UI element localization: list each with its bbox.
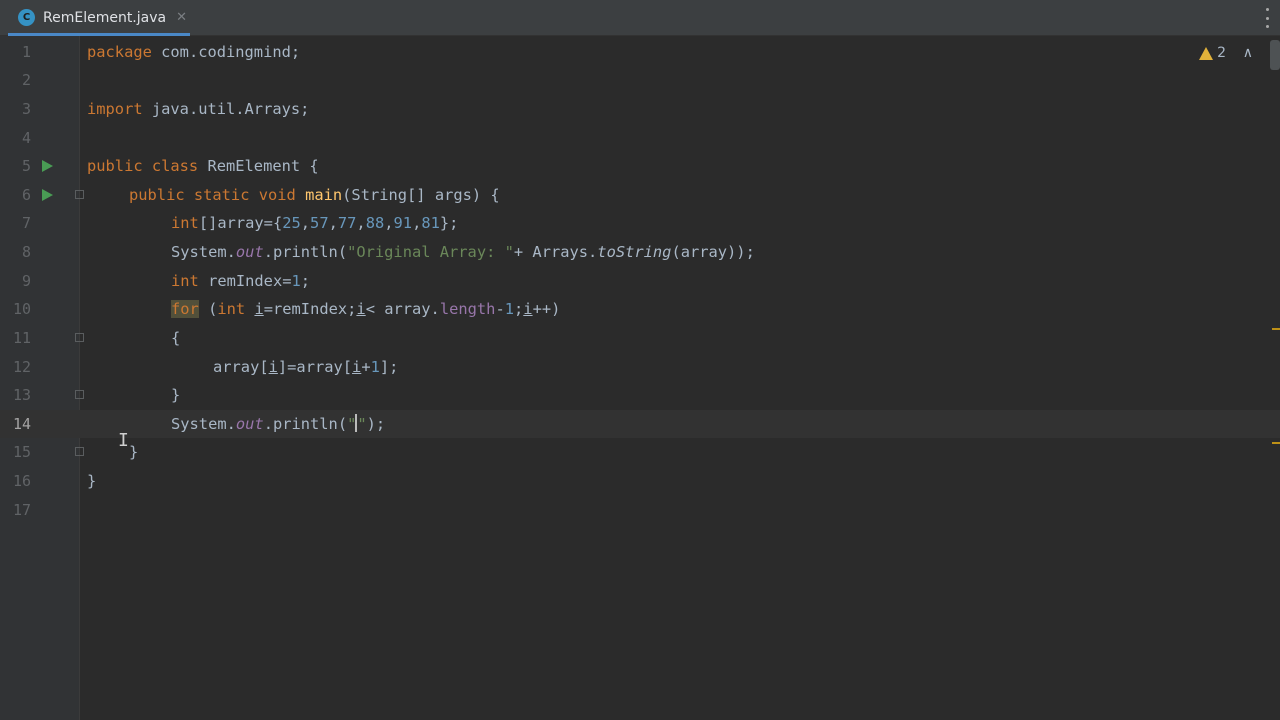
code-text[interactable]: } [87,467,96,495]
line-number: 12 [12,358,31,376]
code-text[interactable]: for (int i=remIndex;i< array.length-1;i+… [171,295,560,323]
line-number: 4 [21,129,31,147]
line-number: 17 [12,501,31,519]
code-line: 8 System.out.println("Original Array: "+… [0,238,1280,266]
tab-remelement-java[interactable]: C RemElement.java ✕ [8,2,190,36]
code-line: 9 int remIndex=1; [0,267,1280,295]
code-text[interactable]: { [171,324,180,352]
code-text[interactable]: import java.util.Arrays; [87,95,309,123]
code-text[interactable]: } [129,438,138,466]
java-class-icon: C [18,9,35,26]
warning-marker[interactable] [1272,442,1280,444]
tab-label: RemElement.java [43,9,167,26]
line-number: 3 [21,100,31,118]
code-text[interactable]: package com.codingmind; [87,38,300,66]
line-number: 1 [21,43,31,61]
mouse-cursor-icon: I [118,430,129,451]
fold-icon[interactable] [75,190,84,199]
code-line: 5 public class RemElement { [0,152,1280,180]
code-line: 13 } [0,381,1280,409]
line-number: 16 [12,472,31,490]
inspection-widget[interactable]: 2 [1199,45,1226,61]
line-number: 15 [12,443,31,461]
code-line: 7 int[]array={25,57,77,88,91,81}; [0,209,1280,237]
code-text[interactable]: public class RemElement { [87,152,319,180]
more-options-icon[interactable] [1264,8,1270,28]
code-text[interactable]: int remIndex=1; [171,267,310,295]
code-line: 15 } [0,438,1280,466]
line-number: 10 [12,300,31,318]
fold-icon[interactable] [75,390,84,399]
code-line: 12 array[i]=array[i+1]; [0,353,1280,381]
run-main-icon[interactable] [42,189,53,201]
warning-count: 2 [1217,45,1226,61]
line-number: 13 [12,386,31,404]
chevron-up-icon[interactable]: ∧ [1243,45,1253,61]
code-line: 17 [0,496,1280,524]
code-text[interactable]: int[]array={25,57,77,88,91,81}; [171,209,458,237]
code-line: 3 import java.util.Arrays; [0,95,1280,123]
line-number: 7 [21,214,31,232]
code-text[interactable]: array[i]=array[i+1]; [213,353,398,381]
line-number: 9 [21,272,31,290]
line-number: 8 [21,243,31,261]
vertical-scrollbar[interactable] [1270,40,1280,70]
run-class-icon[interactable] [42,160,53,172]
code-text[interactable]: } [171,381,180,409]
line-number: 2 [21,71,31,89]
code-line: 6 public static void main(String[] args)… [0,181,1280,209]
code-text[interactable]: System.out.println(""); [171,410,385,438]
warning-icon [1199,46,1214,60]
line-number: 5 [21,157,31,175]
editor-tab-bar: C RemElement.java ✕ [0,0,1280,36]
line-number: 14 [12,415,31,433]
fold-icon[interactable] [75,447,84,456]
code-line: 16 } [0,467,1280,495]
code-line: 2 [0,66,1280,94]
code-line: 1 package com.codingmind; [0,38,1280,66]
code-line-current: 14 System.out.println(""); [0,410,1280,438]
code-line: 4 [0,124,1280,152]
line-number: 11 [12,329,31,347]
code-text[interactable]: public static void main(String[] args) { [129,181,500,209]
code-line: 10 for (int i=remIndex;i< array.length-1… [0,295,1280,323]
line-number: 6 [21,186,31,204]
code-text[interactable]: System.out.println("Original Array: "+ A… [171,238,755,266]
code-line: 11 { [0,324,1280,352]
warning-marker[interactable] [1272,328,1280,330]
fold-icon[interactable] [75,333,84,342]
close-icon[interactable]: ✕ [176,10,187,25]
